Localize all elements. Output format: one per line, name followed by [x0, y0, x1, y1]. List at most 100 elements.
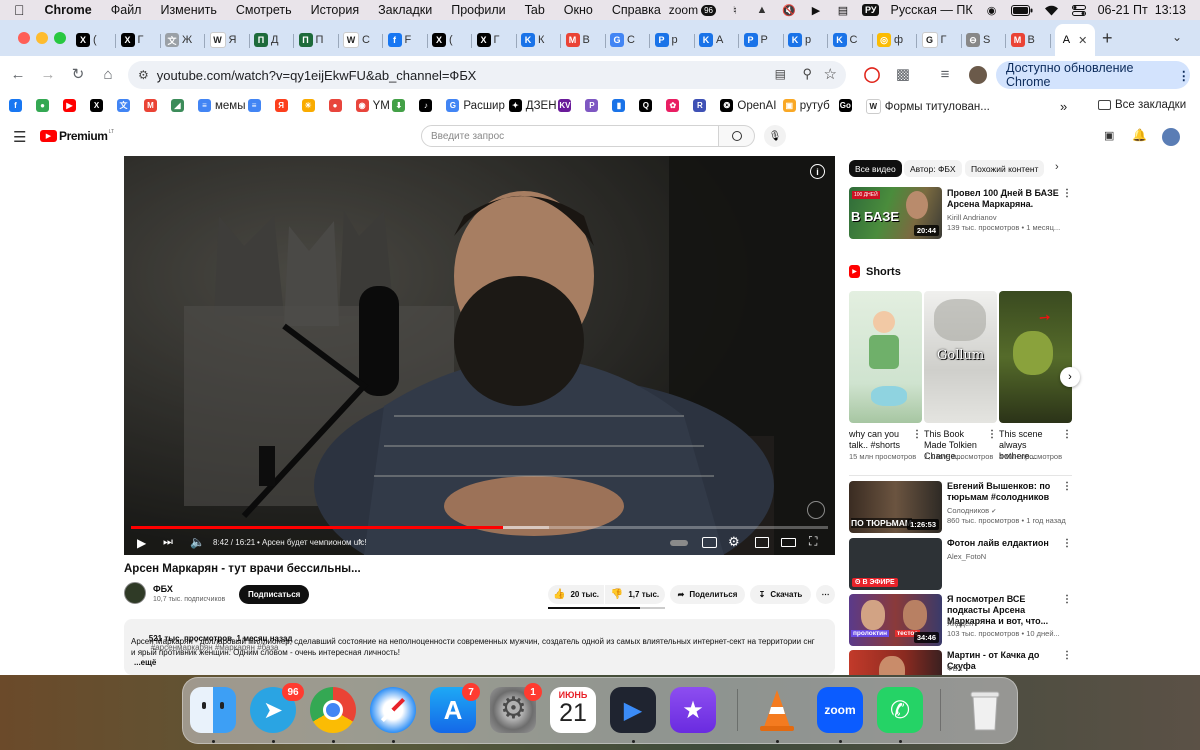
bookmark-5[interactable]: M — [144, 99, 157, 112]
bookmark-24[interactable]: ▣ рутуб — [782, 99, 830, 112]
music-note-icon[interactable]: ♮ — [727, 4, 743, 17]
menu-file[interactable]: Файл — [111, 3, 142, 17]
youtube-logo[interactable]: ▶ Premium LT — [40, 129, 114, 143]
bookmark-3[interactable]: X — [90, 99, 103, 112]
tab-3[interactable]: WЯ — [209, 26, 250, 54]
chapter-label[interactable]: • Арсен будет чемпионом ufc! — [257, 538, 367, 547]
theater-mode-button[interactable] — [781, 538, 796, 547]
channel-watermark-icon[interactable] — [807, 501, 825, 519]
short-thumbnail-2[interactable]: ➚ — [999, 291, 1072, 423]
zoom-status-badge[interactable]: 96 — [701, 4, 716, 16]
bookmark-14[interactable]: ♪ — [419, 99, 433, 112]
safari-dock-icon[interactable] — [370, 687, 416, 733]
tab-1[interactable]: XГ — [120, 26, 161, 54]
bookmark-8[interactable]: ≡ — [247, 99, 261, 112]
bookmark-17[interactable]: KV — [558, 99, 572, 112]
menu-history[interactable]: История — [311, 3, 359, 17]
trash-dock-icon[interactable] — [962, 687, 1008, 733]
video-info-icon[interactable]: i — [810, 164, 825, 179]
share-button[interactable]: ➦ Поделиться — [670, 585, 745, 604]
recommended-channel-3[interactable]: Хидден — [947, 619, 973, 629]
recommended-thumbnail-3[interactable]: пролоктин тестос 34:46 — [849, 594, 942, 646]
menu-help[interactable]: Справка — [612, 3, 661, 17]
tab-11[interactable]: MВ — [565, 26, 606, 54]
chip-all-videos[interactable]: Все видео — [849, 160, 902, 177]
bookmark-21[interactable]: ✿ — [666, 99, 680, 112]
tab-search-chevron-icon[interactable]: ⌄ — [1172, 30, 1182, 44]
short-title-0[interactable]: why can you talk.. #shorts — [849, 429, 907, 451]
bookmark-22[interactable]: R — [693, 99, 707, 112]
bookmark-7[interactable]: ≡ мемы — [198, 99, 245, 112]
tab-8[interactable]: X( — [432, 26, 472, 54]
bookmark-0[interactable]: f — [9, 99, 22, 112]
next-video-button[interactable]: ⏭ — [163, 536, 173, 549]
address-bar[interactable]: ⚙ youtube.com/watch?v=qy1eijEkwFU&ab_cha… — [128, 61, 846, 89]
bookmark-13[interactable]: ⬇ — [392, 99, 406, 112]
bookmark-25[interactable]: Go — [838, 99, 852, 112]
tab-20[interactable]: ⊖ S — [966, 26, 1006, 54]
autoplay-toggle[interactable] — [670, 540, 688, 546]
tab-5[interactable]: ПП — [298, 26, 339, 54]
youtube-search-button[interactable] — [719, 125, 755, 147]
like-button[interactable]: 👍 20 тыс. — [548, 585, 604, 604]
reading-list-icon[interactable]: ≡ — [935, 64, 955, 84]
chrome-update-button[interactable]: Доступно обновление Chrome ⋮ — [996, 61, 1190, 89]
short-thumbnail-0[interactable] — [849, 291, 922, 423]
recommended-menu-icon-3[interactable]: ⋮ — [1062, 594, 1072, 605]
active-tab[interactable]: А ✕ — [1055, 24, 1095, 56]
site-settings-icon[interactable]: ⚙ — [138, 68, 149, 82]
wifi-icon[interactable] — [1044, 4, 1060, 16]
bookmarks-overflow-icon[interactable]: » — [1060, 99, 1067, 114]
back-arrow-icon[interactable]: ← — [8, 64, 28, 84]
create-video-icon[interactable]: ▣ — [1104, 129, 1114, 142]
voice-recorder-dock-icon[interactable]: ▶ — [610, 687, 656, 733]
description-box[interactable]: 521 тыс. просмотров 1 месяц назад #арсен… — [124, 619, 835, 675]
tab-9[interactable]: XГ — [476, 26, 517, 54]
tab-15[interactable]: PР — [743, 26, 784, 54]
recommended-channel-2[interactable]: Alex_FotoN — [947, 552, 986, 562]
tab-21[interactable]: MВ — [1010, 26, 1051, 54]
menu-edit[interactable]: Изменить — [160, 3, 216, 17]
apple-menu-icon[interactable]:  — [14, 2, 25, 18]
user-account-icon[interactable]: ◉ — [984, 4, 1000, 17]
input-source-label[interactable]: Русская — ПК — [890, 3, 972, 17]
youtube-search-input[interactable]: Введите запрос — [421, 125, 719, 147]
vlc-dock-icon[interactable] — [754, 687, 800, 733]
media-play-icon[interactable]: ▶ — [808, 4, 824, 17]
close-window-button[interactable] — [18, 32, 30, 44]
bookmark-15[interactable]: G Расшир — [446, 99, 505, 112]
bookmark-23[interactable]: ❂ OpenAI — [720, 99, 776, 112]
download-button[interactable]: ↧ Скачать — [750, 585, 811, 604]
zoom-dock-icon[interactable]: zoom — [817, 687, 863, 733]
bookmark-2[interactable]: ▶ — [63, 99, 76, 112]
recommended-title-4[interactable]: Мартин - от Качка до Скуфа — [947, 650, 1059, 672]
all-bookmarks-button[interactable]: Все закладки — [1098, 99, 1186, 111]
shorts-next-button[interactable]: › — [1060, 367, 1080, 387]
imovie-dock-icon[interactable]: ★ — [670, 687, 716, 733]
notifications-bell-icon[interactable]: 🔔 — [1132, 128, 1147, 142]
calendar-dock-icon[interactable]: ИЮНЬ 21 — [550, 687, 596, 733]
tab-16[interactable]: Kр — [788, 26, 828, 54]
channel-avatar[interactable] — [124, 582, 146, 604]
input-source-badge[interactable]: РУ — [862, 4, 880, 16]
hamburger-menu-icon[interactable]: ☰ — [13, 128, 26, 146]
menu-profiles[interactable]: Профили — [451, 3, 505, 17]
tab-12[interactable]: GС — [610, 26, 650, 54]
recommended-thumbnail-4[interactable] — [849, 650, 942, 675]
recommended-title-1[interactable]: Евгений Вышенков: по тюрьмам #солодников — [947, 481, 1059, 503]
recommended-channel-4[interactable]: ФБХ — [947, 664, 962, 674]
dislike-button[interactable]: 👎 1,7 тыс. — [605, 585, 665, 604]
short-menu-icon-1[interactable]: ⋮ — [987, 429, 997, 440]
voice-search-button[interactable]: 🎙 — [764, 125, 786, 147]
menu-bookmarks[interactable]: Закладки — [378, 3, 432, 17]
recommended-menu-icon-1[interactable]: ⋮ — [1062, 481, 1072, 492]
whatsapp-dock-icon[interactable]: ✆ — [877, 687, 923, 733]
subtitles-button[interactable] — [702, 537, 717, 548]
bookmark-10[interactable]: ☀ — [301, 99, 315, 112]
profile-avatar[interactable] — [969, 66, 987, 84]
video-player[interactable]: i ▶ ⏭ 🔈 8:42 / 16:21 • Арсен будет чемпи… — [124, 156, 835, 555]
miniplayer-button[interactable] — [755, 537, 769, 548]
volume-button[interactable]: 🔈 — [190, 535, 205, 549]
short-thumbnail-1[interactable]: Gollum — [924, 291, 997, 423]
finder-dock-icon[interactable] — [190, 687, 236, 733]
